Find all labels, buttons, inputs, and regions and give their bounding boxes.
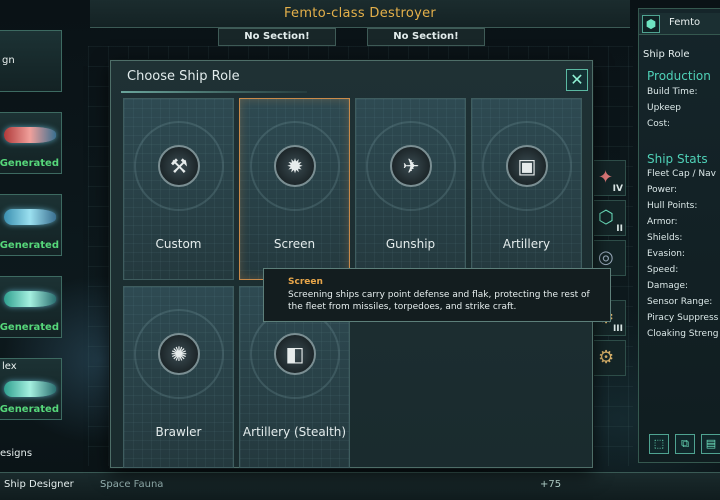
ship-emblem-icon[interactable]: ⬢ (642, 15, 660, 33)
stat-label: Shields: (647, 233, 683, 243)
fighter-jet-icon: ✈ (390, 145, 432, 187)
role-tooltip: Screen Screening ships carry point defen… (263, 268, 611, 322)
role-label: Brawler (155, 425, 202, 439)
close-icon: ✕ (570, 70, 584, 89)
designs-label: esigns (0, 448, 33, 459)
title-underline (121, 91, 307, 93)
role-label: Artillery (502, 237, 551, 251)
role-label: Gunship (385, 237, 436, 251)
stat-label: Speed: (647, 265, 679, 275)
production-heading: Production (647, 69, 711, 83)
cost-label: Cost: (647, 119, 671, 129)
ship-stats-heading: Ship Stats (647, 152, 708, 166)
tab-ship-designer[interactable]: Ship Designer (4, 479, 74, 490)
close-button[interactable]: ✕ (566, 69, 588, 91)
ship-thumbnail-icon (4, 291, 56, 307)
stealth-cannon-icon: ◧ (274, 333, 316, 375)
stat-label: Fleet Cap / Nav (647, 169, 716, 179)
ship-thumbnail-icon (4, 381, 56, 397)
generated-label: -Generated (0, 322, 59, 333)
module-slot[interactable]: ⬡ II (592, 200, 626, 236)
stat-label: Armor: (647, 217, 678, 227)
role-card-artillery[interactable]: ▣ Artillery (471, 98, 582, 280)
role-card-gunship[interactable]: ✈ Gunship (355, 98, 466, 280)
role-card-screen[interactable]: ✹ Screen (239, 98, 350, 280)
burst-icon: ✺ (158, 333, 200, 375)
role-card-custom[interactable]: ⚒ Custom (123, 98, 234, 280)
role-label: Custom (155, 237, 202, 251)
upkeep-label: Upkeep (647, 103, 681, 113)
module-icon: ◎ (598, 247, 614, 268)
bottom-bar: Ship Designer Space Fauna +75 (0, 472, 720, 500)
module-icon: ⬡ (598, 207, 614, 228)
module-icon: ⚙ (598, 347, 615, 368)
design-title-bar: Femto-class Destroyer (90, 0, 630, 28)
generated-label: -Generated (0, 240, 59, 251)
ship-name: Femto (669, 17, 701, 28)
tab-space-fauna[interactable]: Space Fauna (100, 479, 163, 490)
stat-label: Cloaking Streng (647, 329, 719, 339)
stat-label: Damage: (647, 281, 689, 291)
module-tier: II (616, 224, 623, 234)
design-list: gn -Generated -Generated -Generated lex … (0, 20, 75, 440)
resource-readout: +75 (540, 479, 562, 490)
dialog-title: Choose Ship Role (127, 69, 240, 84)
design-card[interactable]: -Generated (0, 276, 62, 338)
module-slot[interactable]: ⚙ (592, 340, 626, 376)
tooltip-body-line: the fleet from missiles, torpedoes, and … (288, 302, 517, 312)
role-card-brawler[interactable]: ✺ Brawler (123, 286, 234, 468)
build-time-label: Build Time: (647, 87, 698, 97)
tooltip-title: Screen (288, 277, 323, 287)
tooltip-body-line: Screening ships carry point defense and … (288, 290, 590, 300)
hammer-wrench-icon: ⚒ (158, 145, 200, 187)
role-label: Screen (273, 237, 316, 251)
ship-name-bar: ⬢ Femto (639, 13, 720, 35)
stat-label: Hull Points: (647, 201, 698, 211)
module-icon: ✦ (598, 167, 614, 188)
design-card[interactable]: lex -Generated (0, 358, 62, 420)
section-slot-2[interactable]: No Section! (367, 28, 485, 46)
generated-label: -Generated (0, 158, 59, 169)
point-defense-icon: ✹ (274, 145, 316, 187)
design-card[interactable]: gn (0, 30, 62, 92)
delete-design-icon[interactable]: ▤ (701, 434, 720, 454)
stat-label: Sensor Range: (647, 297, 713, 307)
stat-label: Evasion: (647, 249, 685, 259)
module-slot[interactable]: ✦ IV (592, 160, 626, 196)
module-tier: III (612, 324, 623, 334)
design-card[interactable]: -Generated (0, 194, 62, 256)
choose-ship-role-dialog: Choose Ship Role ✕ ⚒ Custom ✹ Screen ✈ G… (110, 60, 593, 468)
section-slot-1[interactable]: No Section! (218, 28, 336, 46)
stat-label: Piracy Suppress (647, 313, 719, 323)
design-title: Femto-class Destroyer (283, 6, 437, 21)
copy-design-icon[interactable]: ⧉ (675, 434, 695, 454)
ship-thumbnail-icon (4, 127, 56, 143)
design-card[interactable]: -Generated (0, 112, 62, 174)
design-card-name: lex (2, 361, 17, 372)
stat-label: Power: (647, 185, 678, 195)
generated-label: -Generated (0, 404, 59, 415)
design-card-name: gn (2, 55, 15, 66)
ship-role-label: Ship Role (643, 49, 690, 60)
save-design-icon[interactable]: ⬚ (649, 434, 669, 454)
ship-thumbnail-icon (4, 209, 56, 225)
role-label: Artillery (Stealth) (242, 425, 347, 439)
cannon-icon: ▣ (506, 145, 548, 187)
ship-stats-panel: ⬢ Femto Ship Role Production Build Time:… (638, 8, 720, 463)
module-tier: IV (612, 184, 623, 194)
